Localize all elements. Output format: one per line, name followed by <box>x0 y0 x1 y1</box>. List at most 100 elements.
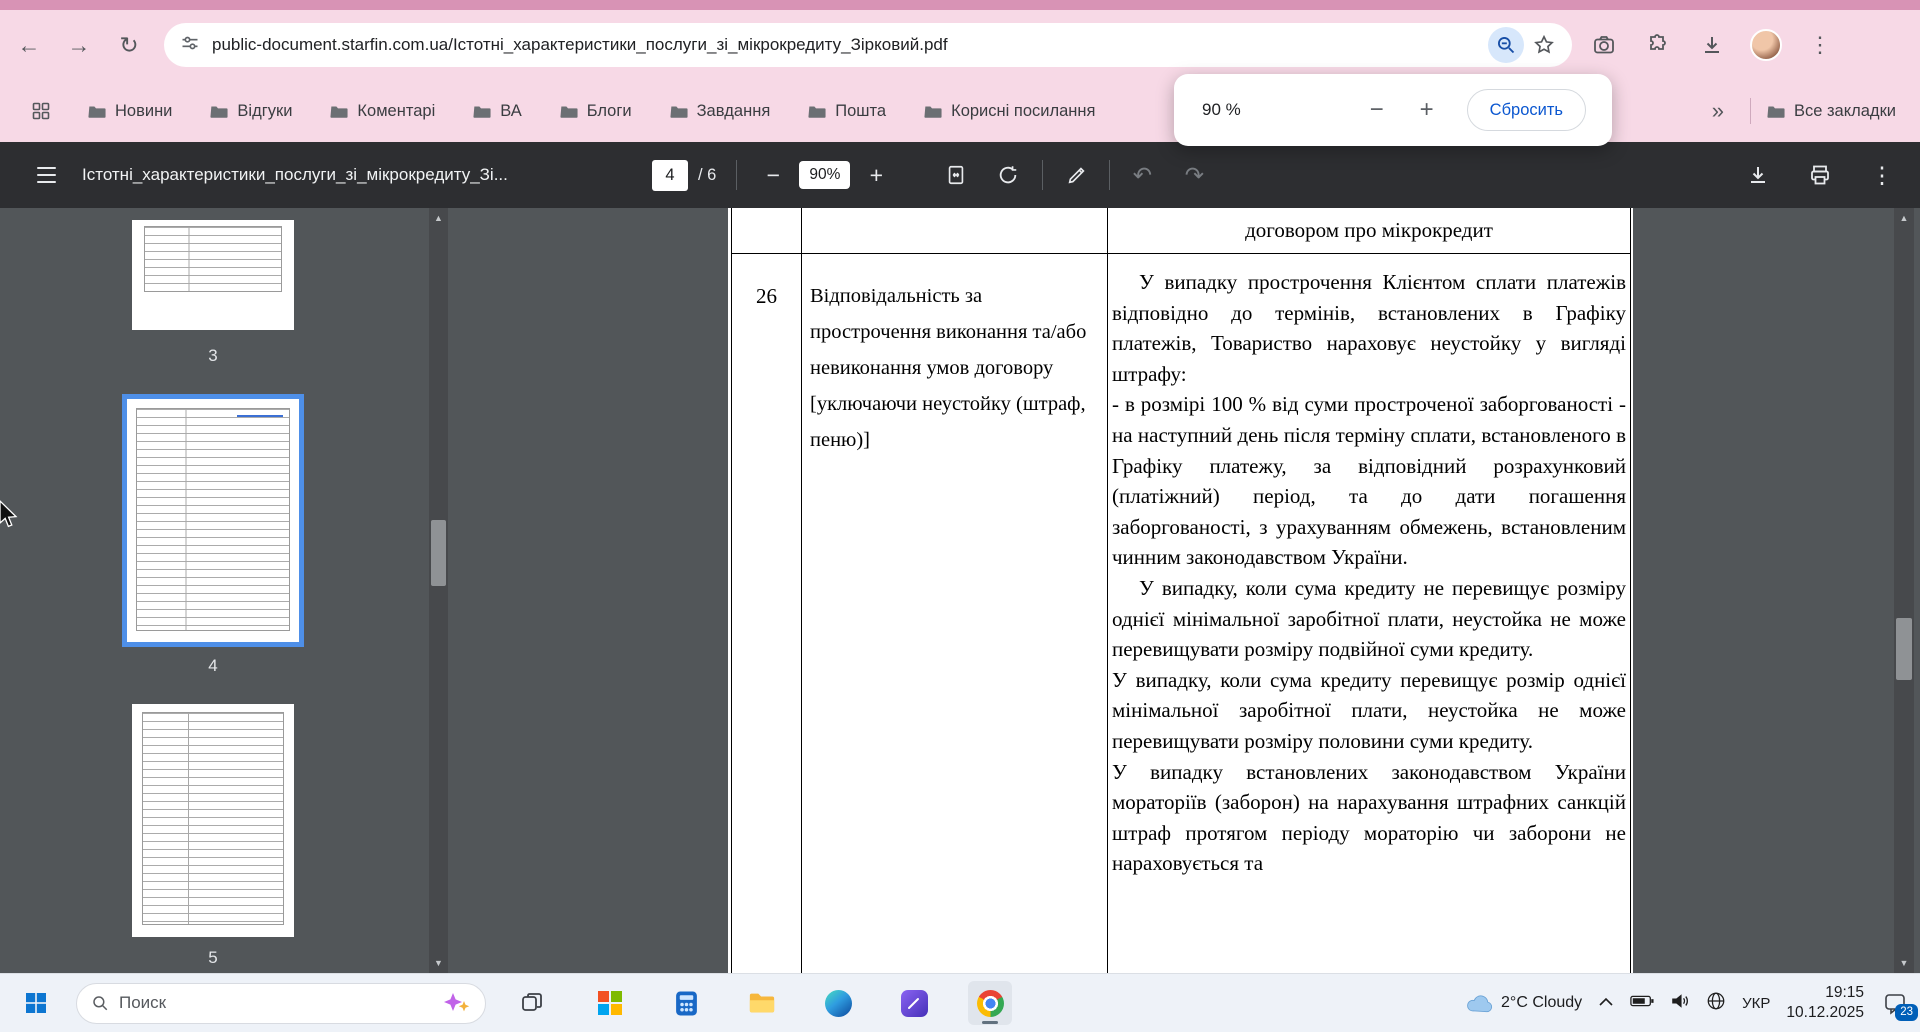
bookmark-folder-novyny[interactable]: Новини <box>88 102 172 121</box>
downloads-icon[interactable] <box>1690 23 1734 67</box>
reload-button[interactable]: ↻ <box>108 24 150 66</box>
start-button[interactable] <box>14 981 58 1025</box>
browser-menu-button[interactable]: ⋮ <box>1798 23 1842 67</box>
file-explorer-icon[interactable] <box>740 981 784 1025</box>
redo-button[interactable]: ↷ <box>1178 155 1210 195</box>
all-bookmarks-button[interactable]: Все закладки <box>1767 102 1896 121</box>
pdf-toolbar: Істотні_характеристики_послуги_зі_мікрок… <box>0 142 1920 208</box>
bookmark-folder-blohy[interactable]: Блоги <box>560 102 632 121</box>
zoom-popup-value: 90 % <box>1202 100 1241 120</box>
download-icon[interactable] <box>1736 155 1780 195</box>
thumbnail-page-5[interactable] <box>132 704 294 937</box>
zoom-level[interactable]: 90% <box>799 161 850 189</box>
page-number-input[interactable]: 4 <box>652 160 688 191</box>
volume-icon[interactable] <box>1670 993 1690 1014</box>
pdf-page: договором про мікрокредит 26 Відповідаль… <box>728 208 1633 973</box>
bookmark-folder-va[interactable]: ВА <box>473 102 521 121</box>
thumbnail-page-4-selected[interactable] <box>122 394 304 647</box>
browser-toolbar: ← → ↻ public-document.starfin.com.ua/Іст… <box>0 10 1920 80</box>
microsoft-app-icon[interactable] <box>588 981 632 1025</box>
bookmarks-overflow-button[interactable]: » <box>1702 98 1734 124</box>
annotate-pencil-icon[interactable] <box>1061 155 1093 195</box>
pdf-title: Істотні_характеристики_послуги_зі_мікрок… <box>82 165 508 185</box>
network-icon[interactable] <box>1706 991 1726 1016</box>
scroll-up-icon[interactable]: ▲ <box>429 208 448 228</box>
zoom-popup-plus-button[interactable]: + <box>1405 88 1449 132</box>
weather-widget[interactable]: 2°C Cloudy <box>1465 993 1582 1013</box>
taskbar: Поиск <box>0 973 1920 1032</box>
folder-icon <box>210 104 228 119</box>
tray-chevron-icon[interactable] <box>1598 994 1614 1012</box>
menu-icon[interactable] <box>26 155 66 195</box>
zoom-out-button[interactable]: − <box>757 155 789 195</box>
row-content: У випадку прострочення Клієнтом сплати п… <box>1108 254 1631 973</box>
folder-icon <box>473 104 491 119</box>
tab-strip <box>0 0 1920 10</box>
pen-app-icon[interactable] <box>892 981 936 1025</box>
language-indicator[interactable]: УКР <box>1742 995 1770 1012</box>
table-row-partial: договором про мікрокредит <box>731 208 1631 254</box>
date: 10.12.2025 <box>1786 1003 1864 1023</box>
address-bar[interactable]: public-document.starfin.com.ua/Істотні_х… <box>164 23 1572 67</box>
folder-icon <box>560 104 578 119</box>
scroll-down-icon[interactable]: ▼ <box>429 953 448 973</box>
paragraph: - в розмірі 100 % від суми простроченої … <box>1112 389 1626 573</box>
folder-icon <box>1767 104 1785 119</box>
bookmark-star-icon[interactable] <box>1524 25 1564 65</box>
back-button[interactable]: ← <box>8 24 50 66</box>
notification-center-button[interactable]: 23 <box>1880 988 1910 1018</box>
fit-page-icon[interactable] <box>940 155 972 195</box>
bookmarks-bar: Новини Відгуки Коментарі ВА Блоги Завдан… <box>0 80 1920 142</box>
avatar <box>1750 29 1782 61</box>
folder-icon <box>924 104 942 119</box>
zoom-in-button[interactable]: + <box>860 155 892 195</box>
scroll-up-icon[interactable]: ▲ <box>1894 208 1914 228</box>
thumbnail-label-3: 3 <box>132 346 294 366</box>
profile-avatar[interactable] <box>1744 23 1788 67</box>
pdf-content-area: 3 4 5 ▲ ▼ договором про мікрокредит 26 <box>0 208 1920 973</box>
paragraph: У випадку, коли сума кредиту перевищує р… <box>1112 665 1626 757</box>
clock[interactable]: 19:15 10.12.2025 <box>1786 983 1864 1023</box>
scrollbar-thumb[interactable] <box>1896 618 1912 680</box>
thumbnail-page-3[interactable] <box>132 220 294 330</box>
url-text: public-document.starfin.com.ua/Істотні_х… <box>212 35 1488 55</box>
chrome-browser-icon[interactable] <box>968 981 1012 1025</box>
camera-icon[interactable] <box>1582 23 1626 67</box>
table-row-26: 26 Відповідальність за прострочення вико… <box>731 254 1631 973</box>
forward-button[interactable]: → <box>58 24 100 66</box>
extensions-icon[interactable] <box>1636 23 1680 67</box>
bookmark-folder-zavdannia[interactable]: Завдання <box>670 102 771 121</box>
main-scrollbar[interactable]: ▲ ▼ <box>1894 208 1914 973</box>
pdf-more-button[interactable]: ⋮ <box>1860 155 1904 195</box>
apps-grid-icon[interactable] <box>24 94 58 128</box>
scrollbar-thumb[interactable] <box>431 520 446 586</box>
task-view-button[interactable] <box>510 981 554 1025</box>
row-number: 26 <box>731 254 802 973</box>
bookmark-folder-poshta[interactable]: Пошта <box>808 102 886 121</box>
bookmark-folder-vidhuky[interactable]: Відгуки <box>210 102 292 121</box>
edge-browser-icon[interactable] <box>816 981 860 1025</box>
print-icon[interactable] <box>1798 155 1842 195</box>
folder-icon <box>670 104 688 119</box>
cloud-icon <box>1465 993 1493 1013</box>
divider <box>1109 160 1110 190</box>
notification-badge: 23 <box>1895 1004 1918 1021</box>
sidebar-scrollbar[interactable]: ▲ ▼ <box>429 208 448 973</box>
bookmark-folder-korysni[interactable]: Корисні посилання <box>924 102 1095 121</box>
rotate-icon[interactable] <box>992 155 1024 195</box>
scroll-down-icon[interactable]: ▼ <box>1894 953 1914 973</box>
zoom-popup-minus-button[interactable]: − <box>1355 88 1399 132</box>
search-highlights-icon <box>441 991 471 1015</box>
mouse-cursor <box>0 500 20 535</box>
thumbnail-label-4: 4 <box>132 656 294 676</box>
undo-button[interactable]: ↶ <box>1126 155 1158 195</box>
site-info-icon[interactable] <box>180 33 200 58</box>
row-label: Відповідальність за прострочення виконан… <box>802 254 1108 973</box>
calculator-icon[interactable] <box>664 981 708 1025</box>
browser-window: ← → ↻ public-document.starfin.com.ua/Іст… <box>0 0 1920 1032</box>
page-zoom-indicator[interactable] <box>1488 27 1524 63</box>
taskbar-search-input[interactable]: Поиск <box>76 983 486 1024</box>
battery-icon[interactable] <box>1630 994 1654 1013</box>
bookmark-folder-komentari[interactable]: Коментарі <box>330 102 435 121</box>
zoom-reset-button[interactable]: Сбросить <box>1467 89 1586 131</box>
